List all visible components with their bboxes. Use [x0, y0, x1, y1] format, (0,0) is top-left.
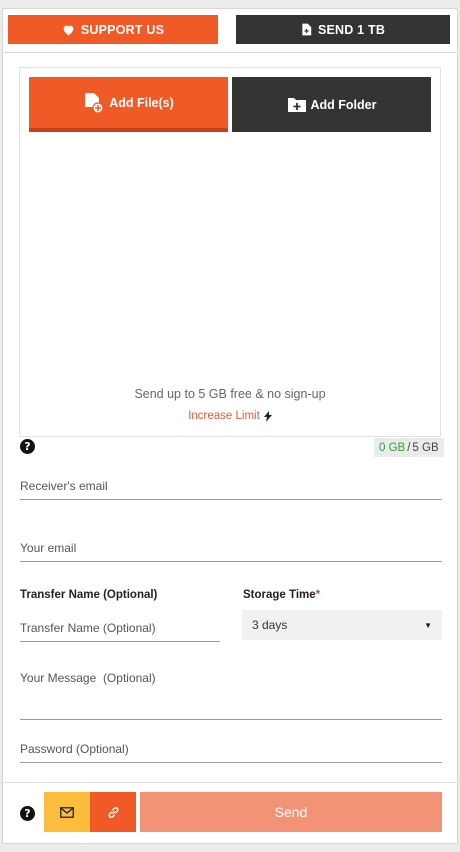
- folder-plus-icon: [287, 96, 307, 113]
- transfer-name-label: Transfer Name (Optional): [20, 589, 158, 601]
- quota-separator: /: [407, 441, 411, 454]
- lightning-icon: [263, 410, 272, 422]
- transfer-card: SUPPORT US SEND 1 TB Add File(s) Add Fol…: [2, 8, 458, 844]
- quota-total: 5 GB: [412, 441, 439, 454]
- storage-time-value: 3 days: [252, 618, 288, 632]
- storage-time-label-text: Storage Time: [243, 589, 316, 601]
- your-email-field: [20, 539, 442, 562]
- transfer-name-input[interactable]: [20, 621, 220, 641]
- add-files-label: Add File(s): [109, 95, 174, 110]
- question-circle-icon[interactable]: ?: [20, 439, 35, 454]
- upload-dropzone[interactable]: Add File(s) Add Folder Send up to 5 GB f…: [19, 67, 441, 437]
- send-1tb-button[interactable]: SEND 1 TB: [236, 15, 450, 44]
- email-mode-button[interactable]: [44, 792, 90, 832]
- increase-limit: Increase Limit: [20, 410, 440, 422]
- increase-limit-link[interactable]: Increase Limit: [188, 410, 260, 422]
- top-divider: [3, 52, 457, 53]
- add-folder-button[interactable]: Add Folder: [232, 77, 431, 132]
- file-add-icon: [83, 92, 105, 114]
- question-circle-icon[interactable]: ?: [20, 806, 35, 821]
- support-us-label: SUPPORT US: [80, 22, 165, 37]
- caret-down-icon: ▼: [424, 620, 432, 630]
- link-mode-button[interactable]: [90, 792, 136, 832]
- storage-quota: 0 GB / 5 GB: [374, 438, 444, 457]
- receiver-email-field: [20, 477, 442, 500]
- upload-info-text: Send up to 5 GB free & no sign-up: [134, 387, 326, 401]
- envelope-icon: [60, 806, 74, 818]
- add-folder-label: Add Folder: [310, 97, 377, 112]
- support-us-button[interactable]: SUPPORT US: [8, 15, 218, 44]
- message-textarea[interactable]: [20, 671, 442, 720]
- password-field: [20, 740, 442, 763]
- heart-icon: [62, 24, 75, 36]
- bottom-divider: [3, 782, 457, 783]
- receiver-email-input[interactable]: [20, 479, 442, 499]
- add-files-button[interactable]: Add File(s): [29, 77, 228, 132]
- send-button[interactable]: Send: [140, 792, 442, 832]
- storage-time-label: Storage Time*: [243, 589, 320, 601]
- required-mark: *: [315, 589, 321, 601]
- file-plus-icon: [301, 23, 312, 36]
- send-1tb-label: SEND 1 TB: [317, 22, 386, 37]
- transfer-name-field: [20, 619, 220, 642]
- your-email-input[interactable]: [20, 541, 442, 561]
- password-input[interactable]: [20, 742, 442, 762]
- storage-time-select[interactable]: 3 days ▼: [242, 610, 442, 640]
- quota-used: 0 GB: [379, 441, 406, 454]
- link-icon: [107, 806, 120, 819]
